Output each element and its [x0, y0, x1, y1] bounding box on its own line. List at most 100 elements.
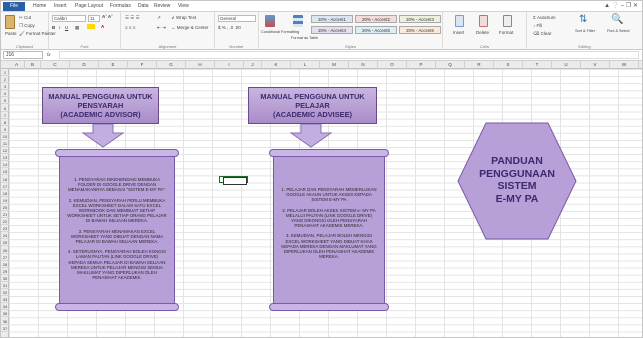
row-header[interactable]: 2	[1, 76, 9, 84]
column-header[interactable]: G	[157, 61, 186, 69]
row-header[interactable]: 8	[1, 119, 9, 126]
column-header[interactable]: K	[262, 61, 291, 69]
row-header[interactable]: 33	[1, 296, 9, 304]
align-left-icon[interactable]: ≡ ≡ ≡	[125, 25, 135, 30]
format-cells-icon[interactable]	[503, 15, 512, 27]
row-header[interactable]: 29	[1, 268, 9, 275]
style-accent5[interactable]: 20% - Accent5	[355, 26, 397, 34]
conditional-formatting-icon[interactable]	[265, 15, 275, 27]
fill-color-icon[interactable]	[87, 24, 95, 29]
row-header[interactable]: 35	[1, 310, 9, 318]
column-header[interactable]: B	[25, 61, 41, 69]
row-header[interactable]: 31	[1, 282, 9, 290]
copy-button[interactable]: ❐ Copy	[19, 23, 35, 29]
rectangle-shape[interactable]	[223, 177, 247, 185]
row-header[interactable]: 30	[1, 275, 9, 282]
wrap-text-button[interactable]: ↲ Wrap Text	[171, 15, 196, 21]
border-icon[interactable]: ▦	[75, 25, 79, 31]
tab-file[interactable]: File	[3, 2, 25, 11]
row-header[interactable]: 1	[1, 69, 9, 77]
font-size-select[interactable]: 11	[88, 15, 100, 22]
row-header[interactable]: 13	[1, 154, 9, 162]
row-header[interactable]: 3	[1, 83, 9, 91]
number-format-select[interactable]: General	[218, 15, 256, 22]
row-header[interactable]: 26	[1, 247, 9, 254]
row-header[interactable]: 7	[1, 112, 9, 119]
row-header[interactable]: 37	[1, 325, 9, 332]
paste-label[interactable]: Paste	[5, 31, 17, 36]
grow-font-icon[interactable]: Aˆ Aˇ	[102, 14, 113, 19]
row-header[interactable]: 5	[1, 97, 9, 105]
row-header[interactable]: 19	[1, 197, 9, 204]
format-cells-label[interactable]: Format	[499, 30, 513, 35]
column-header[interactable]: S	[494, 61, 523, 69]
insert-cells-label[interactable]: Insert	[453, 30, 464, 35]
name-box[interactable]: J16	[3, 51, 43, 59]
style-accent6[interactable]: 20% - Accent6	[399, 26, 441, 34]
row-header[interactable]: 12	[1, 147, 9, 155]
bold-icon[interactable]: B	[52, 25, 55, 30]
cut-button[interactable]: ✂ Cut	[19, 15, 31, 21]
row-header[interactable]: 28	[1, 261, 9, 268]
column-header[interactable]: R	[465, 61, 494, 69]
paste-icon[interactable]	[5, 15, 15, 29]
tab-review[interactable]: Review	[154, 2, 170, 11]
column-header[interactable]: I	[215, 61, 244, 69]
row-header[interactable]: 9	[1, 126, 9, 133]
tab-page-layout[interactable]: Page Layout	[75, 2, 103, 11]
fill-button[interactable]: ↓ Fill	[533, 23, 542, 28]
column-header[interactable]: N	[349, 61, 378, 69]
row-header[interactable]: 34	[1, 303, 9, 311]
column-header[interactable]: P	[407, 61, 436, 69]
find-select-label[interactable]: Find & Select	[607, 29, 630, 33]
column-header[interactable]: C	[41, 61, 70, 69]
style-accent3[interactable]: 20% - Accent3	[399, 15, 441, 23]
column-header[interactable]: M	[320, 61, 349, 69]
italic-icon[interactable]: I	[59, 25, 60, 30]
column-header[interactable]: T	[523, 61, 552, 69]
tab-data[interactable]: Data	[138, 2, 149, 11]
insert-cells-icon[interactable]	[455, 15, 464, 27]
row-header[interactable]: 17	[1, 183, 9, 190]
column-header[interactable]: F	[128, 61, 157, 69]
row-header[interactable]: 25	[1, 239, 9, 247]
row-header[interactable]: 21	[1, 211, 9, 219]
column-header[interactable]: J	[244, 61, 262, 69]
column-header[interactable]: H	[186, 61, 215, 69]
column-header[interactable]: L	[291, 61, 320, 69]
row-header[interactable]: 18	[1, 190, 9, 197]
formula-input[interactable]	[59, 51, 639, 59]
font-name-select[interactable]: Calibri	[52, 15, 86, 22]
indent-icon[interactable]: ⇤ ⇥	[157, 25, 166, 31]
orientation-icon[interactable]: ↗	[157, 15, 161, 21]
column-header[interactable]: A	[9, 61, 25, 69]
conditional-formatting-label[interactable]: Conditional Formatting	[261, 30, 299, 34]
format-as-table-icon[interactable]	[293, 15, 303, 27]
window-controls-icon[interactable]: ▲ ❔ – ❐ ✕	[604, 2, 638, 9]
row-header[interactable]: 16	[1, 176, 9, 183]
row-header[interactable]: 14	[1, 161, 9, 169]
column-header[interactable]: U	[552, 61, 581, 69]
style-accent1[interactable]: 20% - Accent1	[311, 15, 353, 23]
row-header[interactable]: 10	[1, 133, 9, 140]
tab-formulas[interactable]: Formulas	[110, 2, 131, 11]
row-header[interactable]: 22	[1, 218, 9, 226]
find-select-icon[interactable]: 🔍	[611, 15, 623, 26]
row-header[interactable]: 11	[1, 140, 9, 148]
column-header[interactable]: E	[99, 61, 128, 69]
column-header[interactable]: O	[378, 61, 407, 69]
style-accent2[interactable]: 20% - Accent2	[355, 15, 397, 23]
column-header[interactable]: W	[610, 61, 639, 69]
style-accent4[interactable]: 20% - Accent4	[311, 26, 353, 34]
column-header[interactable]: D	[70, 61, 99, 69]
delete-cells-label[interactable]: Delete	[476, 30, 489, 35]
fx-icon[interactable]: fx	[47, 52, 51, 57]
row-header[interactable]: 15	[1, 168, 9, 176]
font-color-icon[interactable]: A	[101, 24, 104, 29]
row-header[interactable]: 24	[1, 232, 9, 240]
currency-icon[interactable]: $ % , .0 .00	[218, 25, 241, 30]
merge-center-button[interactable]: ↔ Merge & Center	[171, 25, 209, 30]
row-header[interactable]: 36	[1, 318, 9, 325]
tab-view[interactable]: View	[178, 2, 189, 11]
column-header[interactable]: Q	[436, 61, 465, 69]
